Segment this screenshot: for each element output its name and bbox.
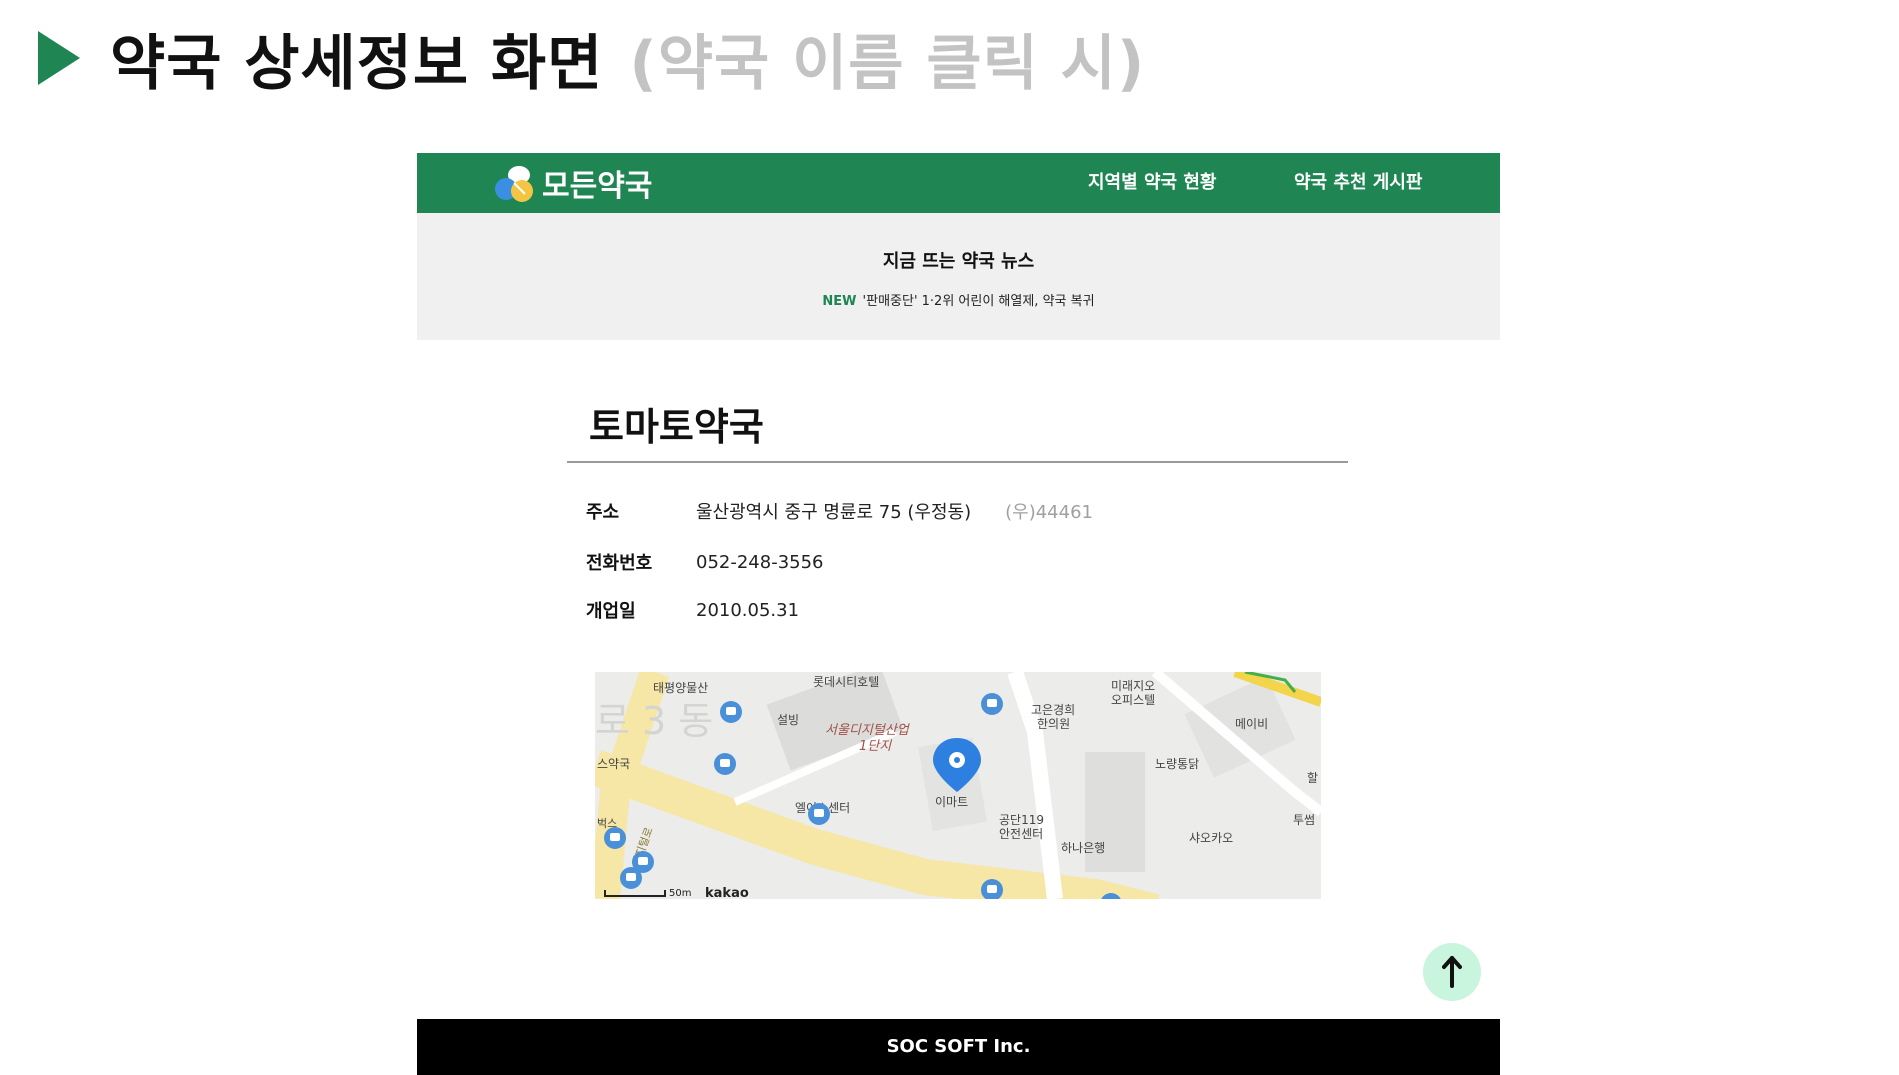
- map-label: 할: [1307, 771, 1318, 785]
- map-label: 이마트: [935, 795, 968, 809]
- phone-row: 전화번호 052-248-3556: [586, 547, 824, 577]
- slide-title: 약국 상세정보 화면 (약국 이름 클릭 시): [38, 18, 1145, 99]
- address-row: 주소 울산광역시 중구 명륜로 75 (우정동) (우)44461: [586, 496, 1093, 526]
- divider: [567, 461, 1348, 463]
- address-label: 주소: [586, 502, 620, 523]
- news-banner: 지금 뜨는 약국 뉴스 NEW '판매중단' 1·2위 어린이 해열제, 약국 복…: [417, 213, 1500, 340]
- map-scale: 50m: [669, 888, 691, 899]
- address-value: 울산광역시 중구 명륜로 75 (우정동): [696, 502, 972, 523]
- postal-code: (우)44461: [1005, 502, 1093, 523]
- pharmacy-detail-page: 모든약국 지역별 약국 현황 약국 추천 게시판 지금 뜨는 약국 뉴스 NEW…: [417, 153, 1500, 1075]
- phone-value: 052-248-3556: [696, 551, 824, 573]
- map-label: 투썸: [1293, 813, 1315, 827]
- footer-text: SOC SOFT Inc.: [886, 1036, 1031, 1057]
- map-label: 미래지오: [1111, 679, 1155, 693]
- map-label: 1단지: [859, 739, 892, 754]
- footer: SOC SOFT Inc.: [417, 1019, 1500, 1075]
- map-label: 노량통닭: [1155, 757, 1199, 771]
- brand-logo[interactable]: 모든약국: [492, 161, 652, 205]
- nav-recommend-board[interactable]: 약국 추천 게시판: [1294, 153, 1422, 213]
- map-label: 로 3 동: [595, 699, 713, 743]
- pharmacy-name: 토마토약국: [589, 405, 764, 449]
- slide-title-main: 약국 상세정보 화면: [110, 28, 604, 99]
- scroll-top-button[interactable]: [1423, 943, 1481, 1001]
- map-label: 샤오카오: [1189, 831, 1233, 845]
- news-item[interactable]: NEW '판매중단' 1·2위 어린이 해열제, 약국 복귀: [417, 290, 1500, 309]
- map-label: 서울디지털산업: [825, 723, 911, 738]
- brand-name: 모든약국: [542, 169, 653, 204]
- location-map[interactable]: 태평양물산 롯데시티호텔 미래지오 오피스텔 고은경희 한의원 메이비 설빙 서…: [595, 672, 1321, 899]
- new-badge: NEW: [822, 294, 857, 309]
- play-triangle-icon: [38, 31, 80, 85]
- map-label: 공단119: [999, 813, 1044, 827]
- map-label: 하나은행: [1061, 840, 1105, 855]
- map-label: 안전센터: [999, 827, 1043, 841]
- map-brand: kakao: [705, 886, 749, 899]
- nav-regional-status[interactable]: 지역별 약국 현황: [1088, 153, 1216, 213]
- news-heading: 지금 뜨는 약국 뉴스: [882, 251, 1035, 272]
- map-label: 메이비: [1235, 717, 1268, 731]
- opened-value: 2010.05.31: [696, 599, 800, 621]
- slide-title-sub: (약국 이름 클릭 시): [629, 28, 1146, 99]
- map-label: 롯데시티호텔: [813, 675, 879, 689]
- opened-row: 개업일 2010.05.31: [586, 595, 799, 625]
- news-headline[interactable]: '판매중단' 1·2위 어린이 해열제, 약국 복귀: [863, 294, 1095, 309]
- phone-label: 전화번호: [586, 553, 653, 574]
- map-label: 오피스텔: [1111, 693, 1155, 707]
- map-label: 한의원: [1037, 717, 1070, 731]
- pill-logo-icon: [495, 166, 533, 202]
- map-label: 설빙: [777, 713, 799, 727]
- map-label: 고은경희: [1031, 703, 1075, 717]
- map-label: 스약국: [597, 756, 630, 771]
- opened-label: 개업일: [586, 601, 636, 622]
- map-label: 태평양물산: [653, 681, 708, 695]
- arrow-up-icon: [1442, 956, 1462, 988]
- top-navbar: 모든약국 지역별 약국 현황 약국 추천 게시판: [417, 153, 1500, 213]
